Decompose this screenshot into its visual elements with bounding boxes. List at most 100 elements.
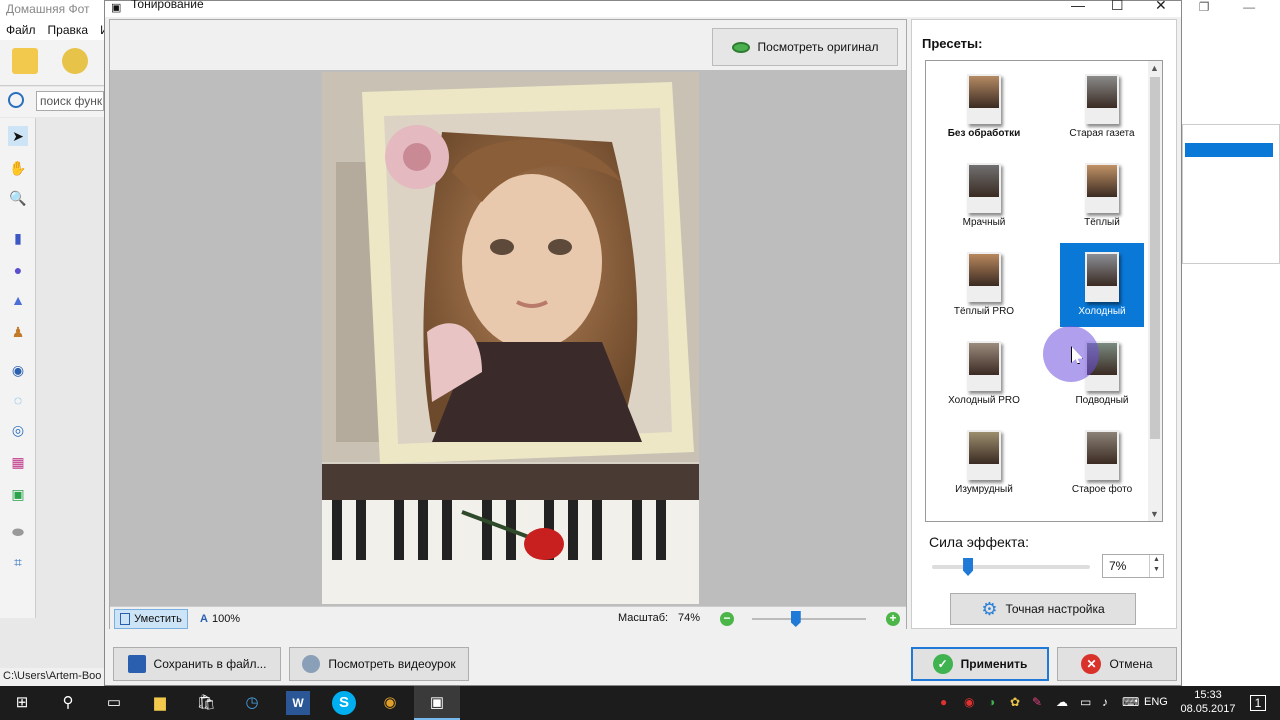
- effect-strength-label: Сила эффекта:: [929, 534, 1029, 550]
- eye-tool-icon[interactable]: ◉: [8, 360, 28, 380]
- cancel-button[interactable]: ✕ Отмена: [1057, 647, 1177, 681]
- stamp-tool-icon[interactable]: ♟: [8, 322, 28, 342]
- preset-item[interactable]: Тёплый: [1060, 154, 1144, 238]
- photo-illustration: [322, 72, 699, 604]
- word-icon[interactable]: W: [286, 691, 310, 715]
- lasso-tool-icon[interactable]: ◌: [8, 390, 28, 410]
- effect-strength-value: 7%: [1109, 559, 1127, 573]
- background-app-title: Домашняя Фот: [0, 0, 104, 20]
- zoom-out-button[interactable]: −: [720, 612, 734, 626]
- flower-tray-icon[interactable]: ✿: [1010, 695, 1020, 709]
- clock[interactable]: 15:33 08.05.2017: [1178, 688, 1238, 716]
- skype-icon[interactable]: S: [332, 691, 356, 715]
- view-original-button[interactable]: Посмотреть оригинал: [712, 28, 898, 66]
- menu-file[interactable]: Файл: [6, 23, 36, 37]
- fit-button[interactable]: Уместить: [114, 609, 188, 629]
- record-icon[interactable]: ●: [940, 695, 947, 709]
- photo-app-icon[interactable]: ▣: [425, 691, 449, 715]
- brush-tool-icon[interactable]: ▮: [8, 228, 28, 248]
- save-to-file-button[interactable]: Сохранить в файл...: [113, 647, 281, 681]
- close-icon[interactable]: ✕: [1155, 0, 1167, 14]
- layers-tool-icon[interactable]: ▣: [8, 484, 28, 504]
- apply-button[interactable]: ✓ Применить: [911, 647, 1049, 681]
- ring-tool-icon[interactable]: ◎: [8, 420, 28, 440]
- preset-item[interactable]: Холодный: [1060, 243, 1144, 327]
- background-search-row: поиск функ: [0, 87, 104, 117]
- eraser-tool-icon[interactable]: ⬬: [8, 522, 28, 542]
- network-icon[interactable]: ▭: [1080, 695, 1091, 709]
- actual-size-button[interactable]: A 100%: [200, 609, 240, 629]
- minimize-icon[interactable]: —: [1071, 0, 1085, 13]
- preset-item[interactable]: Мрачный: [942, 154, 1026, 238]
- zoom-value: 74%: [678, 612, 701, 624]
- preset-label: Холодный PRO: [948, 395, 1020, 406]
- preset-item[interactable]: Без обработки: [942, 65, 1026, 149]
- notifications-badge[interactable]: 1: [1250, 695, 1266, 711]
- preset-item[interactable]: Изумрудный: [942, 421, 1026, 505]
- restore-icon[interactable]: ❐: [1199, 0, 1210, 20]
- spin-buttons[interactable]: ▲ ▼: [1149, 555, 1163, 577]
- effect-slider-thumb[interactable]: [963, 558, 974, 576]
- actual-size-label: 100%: [211, 613, 241, 625]
- preset-item[interactable]: Тёплый PRO: [942, 243, 1026, 327]
- zoom-slider-track[interactable]: [752, 618, 866, 620]
- open-folder-icon[interactable]: [12, 48, 38, 74]
- cloud-icon[interactable]: ☁: [1056, 695, 1068, 709]
- preview-toolbar: Посмотреть оригинал: [110, 20, 906, 70]
- windows-start-icon[interactable]: ⊞: [10, 691, 34, 715]
- effect-strength-input[interactable]: 7% ▲ ▼: [1102, 554, 1164, 578]
- preset-item[interactable]: Старая газета: [1060, 65, 1144, 149]
- hand-tool-icon[interactable]: ✋: [8, 158, 28, 178]
- preset-thumbnail: [1085, 430, 1119, 480]
- background-selected-row[interactable]: [1185, 143, 1273, 157]
- preset-label: Тёплый PRO: [953, 306, 1015, 317]
- preset-label: Холодный: [1078, 306, 1126, 317]
- preset-item[interactable]: Старое фото: [1060, 421, 1144, 505]
- zoom-in-button[interactable]: +: [886, 612, 900, 626]
- background-menubar: Файл Правка И: [0, 20, 109, 40]
- flower-icon[interactable]: [62, 48, 88, 74]
- preset-label: Подводный: [1075, 395, 1129, 406]
- menu-edit[interactable]: Правка: [48, 23, 89, 37]
- chrome-icon[interactable]: ◉: [378, 691, 402, 715]
- tray-app-icon[interactable]: ◉: [964, 695, 974, 709]
- minimize-icon[interactable]: —: [1243, 0, 1255, 20]
- search-input[interactable]: поиск функ: [36, 91, 104, 111]
- color-tool-icon[interactable]: ▦: [8, 452, 28, 472]
- check-icon: ✓: [932, 654, 953, 674]
- file-explorer-icon[interactable]: ▆: [148, 691, 172, 715]
- zoom-tool-icon[interactable]: 🔍: [8, 188, 28, 208]
- sync-icon[interactable]: ◑: [988, 695, 995, 709]
- maximize-icon[interactable]: ☐: [1111, 0, 1124, 14]
- scroll-down-icon[interactable]: ▼: [1150, 509, 1159, 519]
- preview-area: Посмотреть оригинал Уместить A 100% Масш…: [109, 19, 907, 630]
- zoom-label: Масштаб:: [618, 612, 669, 624]
- fit-label: Уместить: [134, 613, 182, 625]
- presets-panel: Пресеты: Без обработки Старая газета Мрачн…: [911, 19, 1177, 629]
- scroll-thumb[interactable]: [1150, 77, 1160, 439]
- sharpen-tool-icon[interactable]: ▲: [8, 290, 28, 310]
- volume-icon[interactable]: ♪: [1102, 695, 1108, 709]
- preset-item[interactable]: Холодный PRO: [942, 332, 1026, 416]
- language-indicator[interactable]: ENG: [1144, 696, 1168, 708]
- effect-slider-track[interactable]: [932, 565, 1090, 569]
- pointer-tool-icon[interactable]: ➤: [8, 126, 28, 146]
- status-path: C:\Users\Artem-Boo: [0, 668, 104, 686]
- clock-date: 08.05.2017: [1180, 703, 1236, 715]
- crop-tool-icon[interactable]: ⌗: [8, 552, 28, 572]
- store-icon[interactable]: 🛍: [194, 691, 218, 715]
- timer-app-icon[interactable]: ◷: [240, 691, 264, 715]
- preset-scrollbar[interactable]: ▲ ▼: [1148, 61, 1162, 521]
- scroll-up-icon[interactable]: ▲: [1150, 63, 1159, 73]
- keyboard-icon[interactable]: ⌨: [1122, 695, 1139, 709]
- drop-tool-icon[interactable]: ●: [8, 260, 28, 280]
- watch-video-button[interactable]: Посмотреть видеоурок: [289, 647, 469, 681]
- paint-icon[interactable]: ✎: [1032, 695, 1042, 709]
- zoom-slider-thumb[interactable]: [790, 611, 801, 627]
- video-label: Посмотреть видеоурок: [328, 657, 456, 671]
- task-view-icon[interactable]: ▭: [102, 691, 126, 715]
- fine-tune-button[interactable]: ⚙ Точная настройка: [950, 593, 1136, 625]
- actual-size-icon: A: [200, 613, 208, 625]
- search-icon[interactable]: ⚲: [56, 691, 80, 715]
- taskbar: ⊞ ⚲ ▭ ▆ 🛍 ◷ W S ◉ ▣ ● ◉ ◑ ✿ ✎ ☁ ▭ ♪ ⌨ EN…: [0, 686, 1280, 720]
